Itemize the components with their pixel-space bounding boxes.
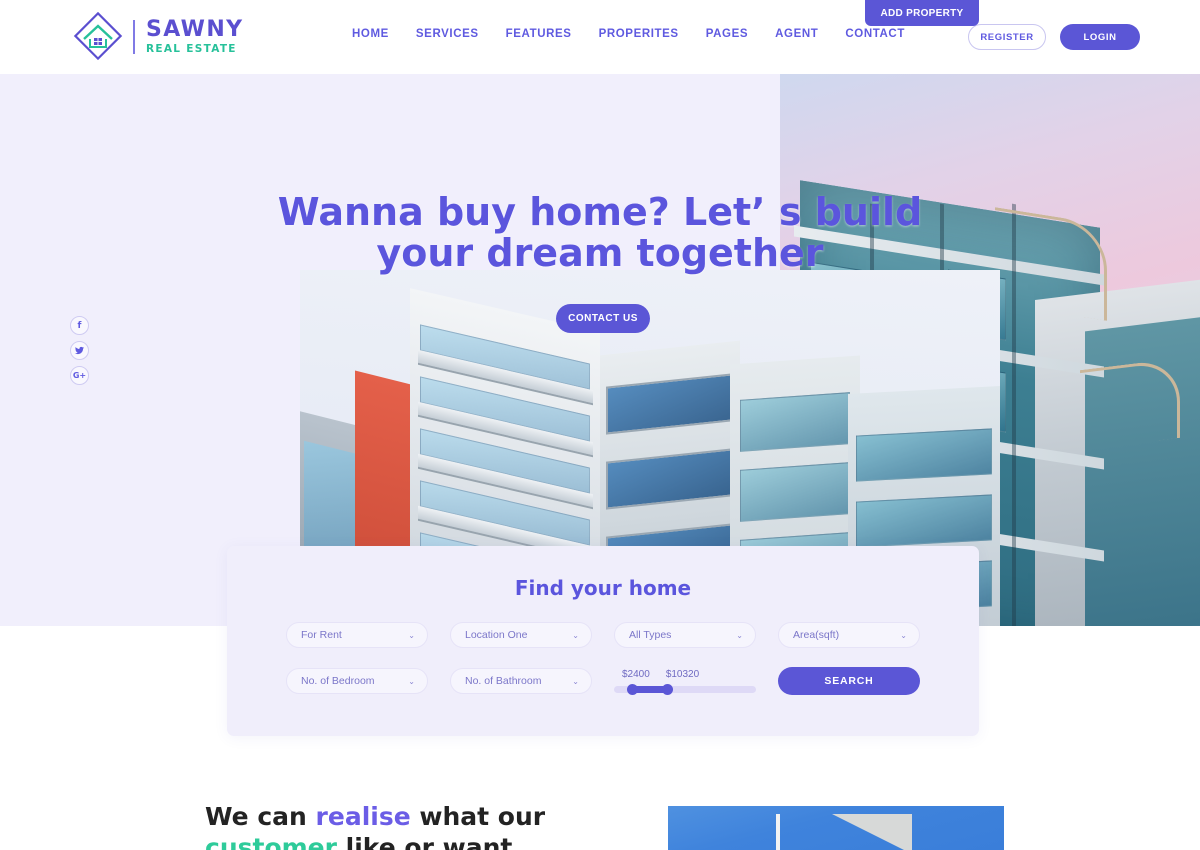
slider-handle-max[interactable] — [662, 684, 674, 695]
login-button[interactable]: LOGIN — [1060, 24, 1140, 50]
nav-item-properites[interactable]: PROPERITES — [599, 28, 679, 40]
twitter-icon[interactable] — [70, 341, 89, 360]
slider-track[interactable] — [614, 684, 756, 695]
hero-title-line-2: your dream together — [376, 231, 824, 276]
listing-type-select[interactable]: For Rent ⌄ — [286, 622, 428, 648]
chevron-down-icon: ⌄ — [408, 676, 415, 686]
location-select[interactable]: Location One ⌄ — [450, 622, 592, 648]
brand-name: SAWNY — [146, 17, 244, 43]
main-navigation: HOME SERVICES FEATURES PROPERITES PAGES … — [352, 28, 905, 40]
diamond-house-icon — [72, 11, 124, 62]
nav-item-contact[interactable]: CONTACT — [845, 28, 905, 40]
property-type-select[interactable]: All Types ⌄ — [614, 622, 756, 648]
chevron-down-icon: ⌄ — [408, 630, 415, 640]
heading-highlight-realise: realise — [315, 802, 411, 831]
chevron-down-icon: ⌄ — [900, 630, 907, 640]
hero-title-line-1: Wanna buy home? Let’ s build — [277, 190, 923, 234]
page-root: SAWNY REAL ESTATE HOME SERVICES FEATURES… — [0, 0, 1200, 850]
auth-buttons: REGISTER LOGIN — [968, 24, 1140, 50]
chevron-down-icon: ⌄ — [736, 630, 743, 640]
area-select[interactable]: Area(sqft) ⌄ — [778, 622, 920, 648]
area-value: Area(sqft) — [793, 629, 840, 641]
bedroom-value: No. of Bedroom — [301, 675, 375, 687]
chevron-down-icon: ⌄ — [572, 630, 579, 640]
contact-us-button[interactable]: CONTACT US — [556, 304, 650, 333]
hero-title: Wanna buy home? Let’ s build your dream … — [0, 190, 1200, 276]
price-min-label: $2400 — [622, 669, 650, 680]
property-search-card: Find your home For Rent ⌄ Location One ⌄… — [227, 546, 979, 736]
features-heading: We can realise what our customer like or … — [205, 802, 625, 850]
price-max-label: $10320 — [665, 669, 700, 680]
chevron-down-icon: ⌄ — [572, 676, 579, 686]
site-header: SAWNY REAL ESTATE HOME SERVICES FEATURES… — [0, 0, 1200, 74]
property-type-value: All Types — [629, 629, 672, 641]
search-card-title: Find your home — [514, 576, 692, 600]
nav-item-pages[interactable]: PAGES — [706, 28, 748, 40]
listing-type-value: For Rent — [301, 629, 342, 641]
brand-text: SAWNY REAL ESTATE — [146, 19, 244, 55]
brand-logo[interactable]: SAWNY REAL ESTATE — [72, 11, 244, 62]
social-rail: f G+ — [70, 316, 89, 385]
price-range-labels: $2400 $10320 — [614, 669, 756, 680]
logo-divider — [133, 20, 135, 54]
brand-tagline: REAL ESTATE — [146, 43, 237, 56]
slider-handle-min[interactable] — [626, 684, 638, 695]
bathroom-value: No. of Bathroom — [465, 675, 542, 687]
location-value: Location One — [465, 629, 528, 641]
heading-text-1: We can — [205, 802, 316, 831]
add-property-button[interactable]: ADD PROPERTY — [865, 0, 979, 26]
price-range-slider[interactable]: $2400 $10320 — [614, 669, 756, 695]
filters-row-1: For Rent ⌄ Location One ⌄ All Types ⌄ Ar… — [227, 622, 979, 648]
google-plus-icon[interactable]: G+ — [70, 366, 89, 385]
heading-highlight-customer: customer — [205, 832, 337, 850]
filters-row-2: No. of Bedroom ⌄ No. of Bathroom ⌄ $2400… — [227, 667, 979, 695]
hero-section: Wanna buy home? Let’ s build your dream … — [0, 74, 1200, 626]
register-button[interactable]: REGISTER — [968, 24, 1046, 50]
features-intro-section: We can realise what our customer like or … — [0, 760, 1200, 850]
heading-text-3: like or want... — [336, 832, 541, 850]
bedroom-select[interactable]: No. of Bedroom ⌄ — [286, 668, 428, 694]
nav-item-features[interactable]: FEATURES — [506, 28, 572, 40]
facebook-icon[interactable]: f — [70, 316, 89, 335]
heading-text-2: what our — [410, 802, 546, 831]
bathroom-select[interactable]: No. of Bathroom ⌄ — [450, 668, 592, 694]
search-button[interactable]: SEARCH — [778, 667, 920, 695]
nav-item-home[interactable]: HOME — [352, 28, 389, 40]
features-image — [668, 806, 1004, 850]
nav-item-services[interactable]: SERVICES — [416, 28, 479, 40]
nav-item-agent[interactable]: AGENT — [775, 28, 818, 40]
